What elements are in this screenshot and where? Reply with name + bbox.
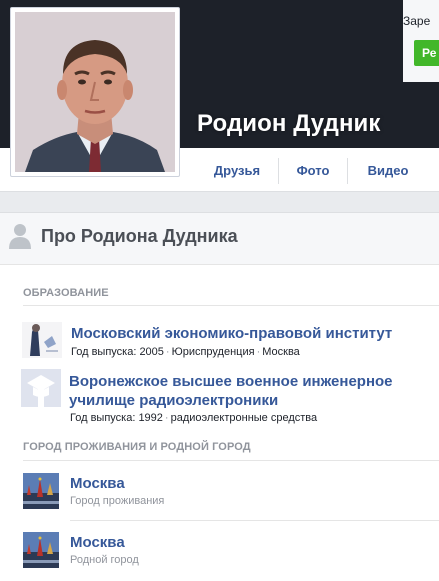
profile-picture[interactable] <box>10 7 180 177</box>
school-details: Год выпуска: 1992 · радиоэлектронные средс… <box>70 412 317 424</box>
city-thumbnail[interactable] <box>23 532 59 568</box>
about-title: Про Родиона Дудника <box>41 226 238 246</box>
item-divider <box>70 520 439 521</box>
school-icon[interactable] <box>21 369 61 407</box>
tab-photos[interactable]: Фото <box>279 148 347 192</box>
city-type: Город проживания <box>70 495 165 507</box>
school-city: Москва <box>262 346 300 358</box>
tab-friends[interactable]: Друзья <box>196 148 278 192</box>
profile-name[interactable]: Родион Дудник <box>197 110 381 138</box>
school-details: Год выпуска: 2005 · Юриспруденция · Москва <box>71 346 300 358</box>
section-divider <box>23 460 439 461</box>
meta-separator: · <box>165 346 170 358</box>
signup-promo-text: Заре <box>403 14 431 28</box>
places-section-label: ГОРОД ПРОЖИВАНИЯ И РОДНОЙ ГОРОД <box>23 441 251 453</box>
city-type: Родной город <box>70 554 139 566</box>
graduation-year: Год выпуска: 2005 <box>71 346 164 358</box>
field-of-study: радиоэлектронные средства <box>170 412 318 424</box>
city-link[interactable]: Москва <box>70 474 125 493</box>
school-name-link[interactable]: Московский экономико-правовой институт <box>71 324 392 343</box>
field-of-study: Юриспруденция <box>171 346 255 358</box>
about-card-header: Про Родиона Дудника <box>0 213 439 265</box>
person-icon <box>9 223 31 254</box>
signup-promo: Заре Ре <box>403 0 439 82</box>
meta-separator: · <box>164 412 169 424</box>
city-thumbnail[interactable] <box>23 473 59 509</box>
education-section-label: ОБРАЗОВАНИЕ <box>23 287 109 299</box>
tab-video[interactable]: Видео <box>348 148 428 192</box>
section-divider <box>23 305 439 306</box>
school-thumbnail[interactable] <box>22 322 62 358</box>
register-button[interactable]: Ре <box>414 40 439 66</box>
profile-photo <box>15 12 175 172</box>
about-card: Про Родиона Дудника ОБРАЗОВАНИЕ Московск… <box>0 212 439 581</box>
school-name-link[interactable]: Воронежское высшее военное инженерное уч… <box>69 372 434 410</box>
graduation-year: Год выпуска: 1992 <box>70 412 163 424</box>
city-link[interactable]: Москва <box>70 533 125 552</box>
